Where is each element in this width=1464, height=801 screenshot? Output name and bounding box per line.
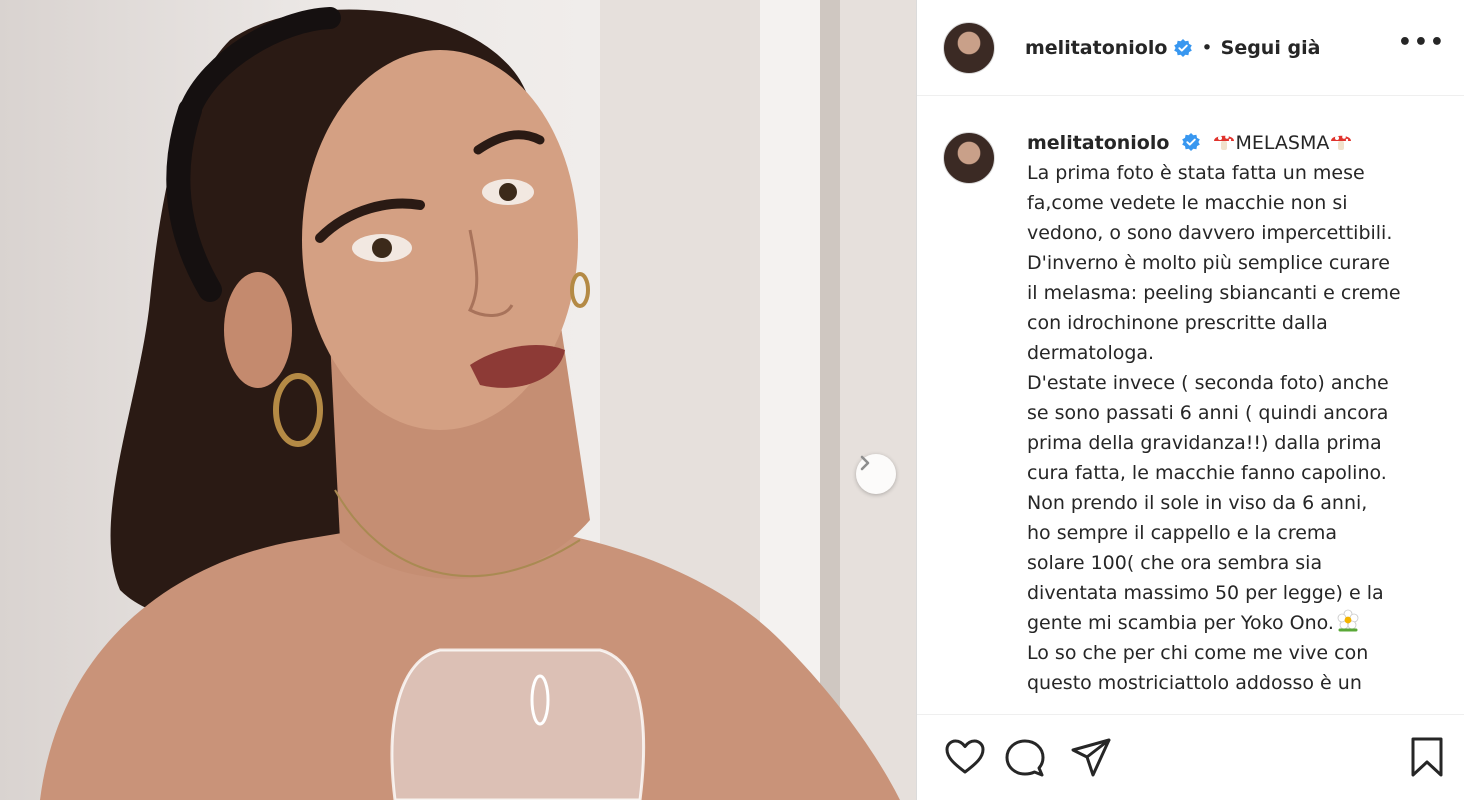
caption-line: La prima foto è stata fatta un mese xyxy=(1027,162,1365,184)
caption-line: con idrochinone prescritte dalla xyxy=(1027,312,1328,334)
follow-button[interactable]: Segui già xyxy=(1221,37,1321,59)
caption-first-line: melitatoniolo MELASMA xyxy=(1027,128,1401,158)
verified-badge-icon xyxy=(1182,133,1201,151)
post-header: melitatoniolo • Segui già ••• xyxy=(917,0,1464,96)
verified-badge-icon xyxy=(1174,38,1193,57)
caption-line: fa,come vedete le macchie non si xyxy=(1027,192,1348,214)
instagram-post: melitatoniolo • Segui già ••• melitatoni… xyxy=(0,0,1464,800)
caption-line: diventata massimo 50 per legge) e la xyxy=(1027,582,1384,604)
header-username[interactable]: melitatoniolo xyxy=(1025,37,1167,59)
avatar[interactable] xyxy=(943,21,995,74)
post-caption: melitatoniolo MELASMA La prima foto è st… xyxy=(943,128,1444,714)
caption-line: se sono passati 6 anni ( quindi ancora xyxy=(1027,402,1389,424)
caption-line: prima della gravidanza!!) dalla prima xyxy=(1027,432,1382,454)
photo-illustration xyxy=(40,0,916,800)
post-photo[interactable] xyxy=(0,0,916,800)
caption-line: cura fatta, le macchie fanno capolino. xyxy=(1027,462,1387,484)
caption-avatar[interactable] xyxy=(943,132,995,184)
caption-line: questo mostriciattolo addosso è un xyxy=(1027,672,1362,694)
caption-line: dermatologa. xyxy=(1027,342,1155,364)
caption-title: MELASMA xyxy=(1235,132,1330,154)
chevron-right-icon xyxy=(860,455,870,471)
next-photo-button[interactable] xyxy=(856,454,896,494)
post-side-panel: melitatoniolo • Segui già ••• melitatoni… xyxy=(916,0,1464,800)
action-bar xyxy=(917,714,1464,801)
caption-line: ho sempre il cappello e la crema xyxy=(1027,522,1338,544)
caption-line: Non prendo il sole in viso da 6 anni, xyxy=(1027,492,1368,514)
caption-line: D'inverno è molto più semplice curare xyxy=(1027,252,1390,274)
paper-plane-icon[interactable] xyxy=(1069,735,1113,779)
heart-icon[interactable] xyxy=(943,735,987,779)
caption-line: solare 100( che ora sembra sia xyxy=(1027,552,1323,574)
caption-username[interactable]: melitatoniolo xyxy=(1027,132,1169,154)
caption-line: Lo so che per chi come me vive con xyxy=(1027,642,1369,664)
mushroom-emoji-icon xyxy=(1213,135,1234,150)
caption-line: il melasma: peeling sbiancanti e creme xyxy=(1027,282,1401,304)
bookmark-icon[interactable] xyxy=(1405,735,1449,779)
mushroom-emoji-icon xyxy=(1331,135,1352,150)
caption-line: gente mi scambia per Yoko Ono. xyxy=(1027,612,1334,634)
comment-icon[interactable] xyxy=(1003,735,1047,779)
caption-line-with-emoji: gente mi scambia per Yoko Ono. xyxy=(1027,608,1401,638)
more-options-button[interactable]: ••• xyxy=(1398,30,1446,55)
caption-line: vedono, o sono davvero impercettibili. xyxy=(1027,222,1393,244)
flower-emoji-icon xyxy=(1337,609,1359,632)
caption-line: D'estate invece ( seconda foto) anche xyxy=(1027,372,1389,394)
separator-dot: • xyxy=(1201,36,1213,59)
caption-text: melitatoniolo MELASMA La prima foto è st… xyxy=(1027,128,1401,714)
